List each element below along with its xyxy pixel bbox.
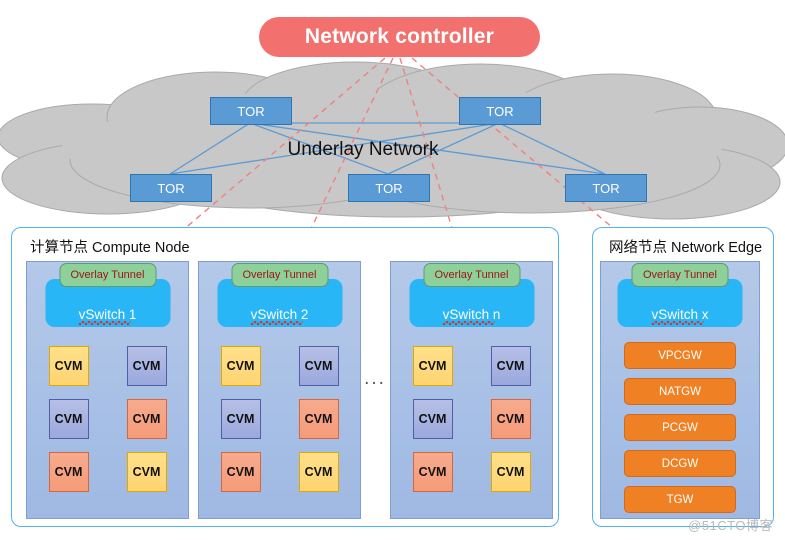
network-edge-node[interactable]: vSwitch x Overlay Tunnel VPCGW NATGW PCG… [600,261,760,519]
compute-nodes-ellipsis: ... [364,368,386,389]
cvm-instance[interactable]: CVM [298,346,339,386]
tor-switch-4[interactable]: TOR [348,174,430,202]
overlay-tunnel-edge[interactable]: Overlay Tunnel [631,263,729,287]
underlay-network-label: Underlay Network [287,139,439,160]
gateway-label: NATGW [659,385,701,398]
vswitch-1-label: vSwitch 1 [78,307,136,325]
gateway-vpcgw[interactable]: VPCGW [624,342,736,369]
vswitch-x-label: vSwitch x [651,307,709,325]
tor-switch-3-label: TOR [157,180,185,196]
cvm-instance[interactable]: CVM [220,452,261,492]
compute-node-1[interactable]: vSwitch 1 Overlay Tunnel CVM CVM CVM CVM… [26,261,189,519]
cvm-instance[interactable]: CVM [490,452,531,492]
cvm-label: CVM [54,412,83,426]
cvm-label: CVM [418,465,447,479]
vswitch-n-label: vSwitch n [442,307,500,325]
network-edge-panel-title: 网络节点 Network Edge [609,240,763,256]
cvm-grid-node-1: CVM CVM CVM CVM CVM CVM [27,346,188,492]
overlay-tunnel-n-label: Overlay Tunnel [434,269,509,281]
cvm-label: CVM [418,359,447,373]
network-controller-badge[interactable]: Network controller [259,17,540,57]
cvm-instance[interactable]: CVM [298,399,339,439]
gateway-tgw[interactable]: TGW [624,486,736,513]
gateway-dcgw[interactable]: DCGW [624,450,736,477]
spellcheck-underline-icon [651,321,704,325]
cvm-label: CVM [132,465,161,479]
spellcheck-underline-icon [442,321,495,325]
compute-node-n[interactable]: vSwitch n Overlay Tunnel CVM CVM CVM CVM… [390,261,553,519]
overlay-tunnel-edge-label: Overlay Tunnel [643,269,717,281]
cvm-instance[interactable]: CVM [126,452,167,492]
cvm-label: CVM [132,359,161,373]
cvm-label: CVM [226,359,255,373]
cvm-instance[interactable]: CVM [490,346,531,386]
cvm-instance[interactable]: CVM [412,452,453,492]
cvm-instance[interactable]: CVM [490,399,531,439]
tor-switch-2[interactable]: TOR [459,97,541,125]
cvm-label: CVM [496,412,525,426]
tor-switch-4-label: TOR [375,180,403,196]
cvm-instance[interactable]: CVM [48,399,89,439]
tor-switch-5[interactable]: TOR [565,174,647,202]
diagram-canvas: Network controller Underlay Network TOR … [0,0,785,540]
gateway-label: VPCGW [658,349,702,362]
tor-switch-1[interactable]: TOR [210,97,292,125]
cvm-instance[interactable]: CVM [126,399,167,439]
watermark: @51CTO博客 [688,518,773,533]
spellcheck-underline-icon [78,321,131,325]
cvm-label: CVM [54,465,83,479]
overlay-tunnel-1-label: Overlay Tunnel [70,269,145,281]
tor-switch-1-label: TOR [237,103,265,119]
spellcheck-underline-icon [250,321,303,325]
cvm-label: CVM [226,412,255,426]
cvm-grid-node-n: CVM CVM CVM CVM CVM CVM [391,346,552,492]
gateway-label: PCGW [662,421,698,434]
cvm-grid-node-2: CVM CVM CVM CVM CVM CVM [199,346,360,492]
compute-node-panel-title: 计算节点 Compute Node [30,240,190,256]
cvm-label: CVM [496,359,525,373]
overlay-tunnel-1[interactable]: Overlay Tunnel [59,263,156,287]
cvm-label: CVM [304,412,333,426]
overlay-tunnel-2-label: Overlay Tunnel [242,269,317,281]
tor-switch-5-label: TOR [592,180,620,196]
cvm-label: CVM [304,359,333,373]
gateway-pcgw[interactable]: PCGW [624,414,736,441]
tor-switch-2-label: TOR [486,103,514,119]
cvm-label: CVM [54,359,83,373]
cvm-instance[interactable]: CVM [126,346,167,386]
gateway-label: TGW [666,493,694,506]
cvm-instance[interactable]: CVM [220,346,261,386]
gateway-natgw[interactable]: NATGW [624,378,736,405]
cvm-label: CVM [132,412,161,426]
compute-node-2[interactable]: vSwitch 2 Overlay Tunnel CVM CVM CVM CVM… [198,261,361,519]
overlay-tunnel-n[interactable]: Overlay Tunnel [423,263,520,287]
cvm-label: CVM [418,412,447,426]
cvm-instance[interactable]: CVM [298,452,339,492]
overlay-tunnel-2[interactable]: Overlay Tunnel [231,263,328,287]
cvm-label: CVM [226,465,255,479]
cvm-label: CVM [304,465,333,479]
gateway-list: VPCGW NATGW PCGW DCGW TGW [624,342,736,513]
cvm-label: CVM [496,465,525,479]
cvm-instance[interactable]: CVM [412,399,453,439]
vswitch-2-label: vSwitch 2 [250,307,308,325]
gateway-label: DCGW [661,457,699,470]
tor-switch-3[interactable]: TOR [130,174,212,202]
network-controller-label: Network controller [304,25,495,48]
cvm-instance[interactable]: CVM [412,346,453,386]
cvm-instance[interactable]: CVM [48,452,89,492]
cvm-instance[interactable]: CVM [48,346,89,386]
cvm-instance[interactable]: CVM [220,399,261,439]
